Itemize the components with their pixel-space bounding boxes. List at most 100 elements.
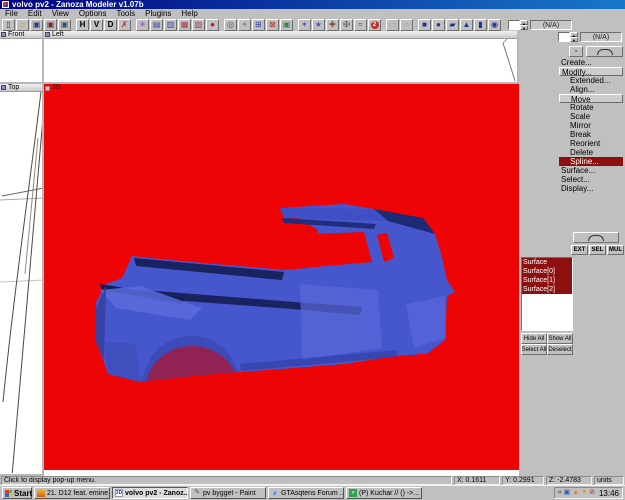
viewport-left[interactable]: Left [44, 31, 519, 84]
task-winamp[interactable]: 21. D12 feat. emine... [34, 487, 110, 499]
menu-options[interactable]: Options [74, 9, 112, 18]
spinner-arrows[interactable]: ▲ ▼ [520, 19, 528, 31]
open-folder-icon[interactable]: ▱ [16, 18, 29, 31]
cmd-align[interactable]: Align... [559, 85, 623, 94]
pick-tool-icon[interactable]: ✦ [238, 18, 251, 31]
viewport-front[interactable]: Front [0, 31, 44, 84]
mode-ext-button[interactable]: EXT [571, 245, 588, 255]
show-all-button[interactable]: Show All [547, 333, 573, 344]
cmd-select[interactable]: Select... [559, 175, 623, 184]
menu-tools[interactable]: Tools [111, 9, 140, 18]
cmd-create[interactable]: Create... [559, 58, 623, 67]
tray-blocked-icon[interactable]: ⊘ [589, 489, 595, 497]
menu-view[interactable]: View [47, 9, 74, 18]
surface-list-item[interactable]: Surface[2] [522, 285, 572, 294]
task-chat[interactable]: » (P) Kuchar // () ->... [346, 487, 422, 499]
axes-icon[interactable]: ✠ [340, 18, 353, 31]
delete-object-icon[interactable]: ⊠ [266, 18, 279, 31]
view-cube-front-icon[interactable]: ▤ [150, 18, 163, 31]
zoom-tool-icon[interactable]: ◎ [224, 18, 237, 31]
task-zmodeler[interactable]: 3D volvo pv2 - Zanoz... [112, 487, 188, 499]
menu-plugins[interactable]: Plugins [140, 9, 176, 18]
cmd-reorient[interactable]: Reorient [559, 139, 623, 148]
cmd-surface[interactable]: Surface... [559, 166, 623, 175]
surface-list-item[interactable]: Surface[1] [522, 276, 572, 285]
square-mode-button[interactable]: ▫ [569, 46, 583, 57]
viewport-3d[interactable]: 3D [44, 84, 519, 470]
duplicate-icon[interactable]: ▣ [280, 18, 293, 31]
title-bar[interactable]: volvo pv2 - Zanoza Modeler v1.07b [0, 0, 625, 9]
cmd-mirror[interactable]: Mirror [559, 121, 623, 130]
cmd-spline[interactable]: Spline... [559, 157, 623, 166]
primitive-box-icon[interactable]: ▰ [446, 18, 459, 31]
arc-mode-button[interactable] [586, 46, 623, 57]
mode-mul-button[interactable]: MUL [607, 245, 624, 255]
cmd-break[interactable]: Break [559, 130, 623, 139]
viewport-left-header[interactable]: Left [44, 31, 517, 39]
viewport-front-header[interactable]: Front [0, 31, 42, 39]
viewport-front-canvas[interactable] [0, 39, 42, 81]
menu-edit[interactable]: Edit [23, 9, 47, 18]
new-file-icon[interactable]: ▯ [2, 18, 15, 31]
cmd-modify[interactable]: Modify... [559, 67, 623, 77]
wireframe-mode-icon[interactable]: ✳ [136, 18, 149, 31]
spinner-field[interactable] [508, 19, 520, 30]
viewport-top[interactable]: Top [0, 84, 44, 476]
hide-all-button[interactable]: Hide All [521, 333, 547, 344]
toggle-h-button[interactable]: H [76, 18, 89, 31]
primitive-torus-icon[interactable]: ◉ [488, 18, 501, 31]
view-cube-top-icon[interactable]: ▦ [178, 18, 191, 31]
view-cube-side-icon[interactable]: ▥ [164, 18, 177, 31]
import-icon[interactable]: ▣ [44, 18, 57, 31]
surface-list-item[interactable]: Surface[0] [522, 267, 572, 276]
start-button[interactable]: Start [2, 487, 32, 499]
menu-file[interactable]: File [0, 9, 23, 18]
viewport-3d-canvas[interactable] [44, 92, 519, 469]
menu-help[interactable]: Help [176, 9, 202, 18]
mode-sel-button[interactable]: SEL [589, 245, 606, 255]
cmd-rotate[interactable]: Rotate [559, 103, 623, 112]
view-cube-persp-icon[interactable]: ▧ [192, 18, 205, 31]
task-paint[interactable]: ✎ pv bygget - Paint [190, 487, 266, 499]
save-icon[interactable]: ▣ [30, 18, 43, 31]
render-sphere-icon[interactable]: ● [206, 18, 219, 31]
tray-display-icon[interactable]: ▣ [564, 489, 571, 497]
uv-mapper-icon[interactable]: 2 [368, 18, 381, 31]
tray-app-icon[interactable]: ▲ [572, 489, 579, 497]
primitive-cone-icon[interactable]: ▲ [460, 18, 473, 31]
transform-icon[interactable]: ✚ [326, 18, 339, 31]
export-icon[interactable]: ▣ [58, 18, 71, 31]
tray-messenger-icon[interactable]: ✦ [581, 489, 587, 497]
toggle-v-button[interactable]: V [90, 18, 103, 31]
car-model[interactable] [44, 92, 519, 469]
primitive-cylinder-icon[interactable]: ▮ [474, 18, 487, 31]
surface-list-item[interactable]: Surface [522, 258, 572, 267]
tray-collapse-icon[interactable]: « [558, 489, 562, 497]
toolbar-spinner[interactable]: ▲ ▼ [508, 19, 528, 31]
object-cube-icon[interactable]: ⊞ [252, 18, 265, 31]
toggle-d-button[interactable]: D [104, 18, 117, 31]
curve-select-button[interactable] [573, 232, 619, 243]
surface-list[interactable]: Surface Surface[0] Surface[1] Surface[2] [521, 257, 573, 331]
primitive-cube-icon[interactable]: ■ [418, 18, 431, 31]
spinner-field[interactable] [558, 32, 570, 42]
spinner-arrows[interactable]: ▲ ▼ [570, 32, 578, 43]
sidebar-spinner[interactable]: ▲ ▼ [558, 32, 578, 43]
viewport-3d-header[interactable]: 3D [44, 84, 519, 92]
task-browser[interactable]: e GTAsqtens Forum ... [268, 487, 344, 499]
cmd-move[interactable]: Move [559, 94, 623, 104]
deselect-button[interactable]: Deselect [547, 344, 573, 355]
snap-toggle-icon[interactable]: ✗ [118, 18, 131, 31]
cmd-display[interactable]: Display... [559, 184, 623, 193]
bend-tool-icon[interactable]: ≈ [354, 18, 367, 31]
cmd-extended[interactable]: Extended... [559, 76, 623, 85]
select-all-button[interactable]: Select All [521, 344, 547, 355]
cmd-delete[interactable]: Delete [559, 148, 623, 157]
modify-star-icon[interactable]: ✶ [298, 18, 311, 31]
viewport-top-canvas[interactable] [0, 92, 42, 473]
create-star-icon[interactable]: ★ [312, 18, 325, 31]
primitive-sphere-icon[interactable]: ● [432, 18, 445, 31]
viewport-left-canvas[interactable] [44, 39, 517, 81]
cmd-scale[interactable]: Scale [559, 112, 623, 121]
viewport-top-header[interactable]: Top [0, 84, 42, 92]
